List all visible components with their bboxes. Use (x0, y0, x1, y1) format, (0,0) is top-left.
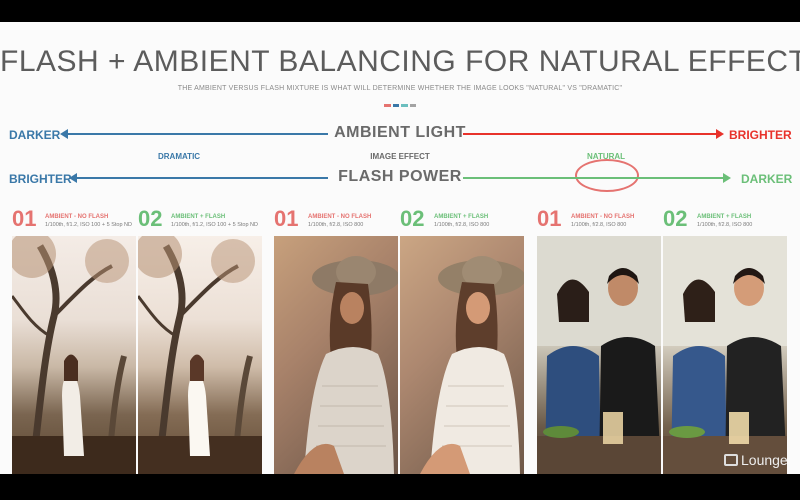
flash-darker-label: DARKER (741, 172, 793, 186)
set3-flash-title: AMBIENT + FLASH (697, 214, 752, 220)
set2-ambient-number: 01 (274, 206, 299, 231)
hat-woman-ambient-photo (274, 236, 398, 474)
set3-ambient-number: 01 (537, 206, 562, 231)
set1-flash-number: 02 (138, 206, 163, 231)
set1-ambient-title: AMBIENT - NO FLASH (45, 214, 109, 220)
set3-ambient-title: AMBIENT - NO FLASH (571, 214, 635, 220)
set1-ambient-number: 01 (12, 206, 37, 231)
set1-flash-title: AMBIENT + FLASH (171, 214, 226, 220)
set2-flash-number: 02 (400, 206, 425, 231)
flash-line-right (463, 177, 725, 179)
set3-flash-settings: 1/100th, f/2.8, ISO 800 (697, 222, 753, 228)
logo-icon (724, 454, 738, 466)
set3-flash-number: 02 (663, 206, 688, 231)
accent-dashes (384, 104, 416, 107)
forest-woman-ambient-photo (12, 236, 136, 474)
ambient-brighter-label: BRIGHTER (729, 128, 792, 142)
slide-title: FLASH + AMBIENT BALANCING FOR NATURAL EF… (0, 45, 800, 78)
watermark-brand: Lounge (741, 452, 788, 468)
set2-flash-settings: 1/100th, f/2.8, ISO 800 (434, 222, 490, 228)
ambient-line-right (463, 133, 718, 135)
slide-subtitle: THE AMBIENT VERSUS FLASH MIXTURE IS WHAT… (177, 85, 623, 92)
set2-ambient-settings: 1/100th, f/2.8, ISO 800 (308, 222, 364, 228)
set2-flash-title: AMBIENT + FLASH (434, 214, 489, 220)
flash-arrow-right-head (723, 173, 731, 183)
slide-frame: FLASH + AMBIENT BALANCING FOR NATURAL EF… (0, 22, 800, 474)
ambient-arrow-right-head (716, 129, 724, 139)
set3-ambient-settings: 1/100th, f/2.8, ISO 800 (571, 222, 627, 228)
couple-ambient-photo (537, 236, 661, 474)
set1-flash-settings: 1/100th, f/1.2, ISO 100 + 5 Stop ND (171, 222, 258, 228)
set1-ambient-settings: 1/100th, f/1.2, ISO 100 + 5 Stop ND (45, 222, 132, 228)
watermark-logo: Lounge (724, 452, 788, 468)
forest-woman-flash-photo (138, 236, 262, 474)
natural-label: NATURAL (587, 152, 626, 161)
image-effect-label: IMAGE EFFECT (370, 152, 430, 161)
couple-flash-photo (663, 236, 787, 474)
hat-woman-flash-photo (400, 236, 524, 474)
set2-ambient-title: AMBIENT - NO FLASH (308, 214, 372, 220)
